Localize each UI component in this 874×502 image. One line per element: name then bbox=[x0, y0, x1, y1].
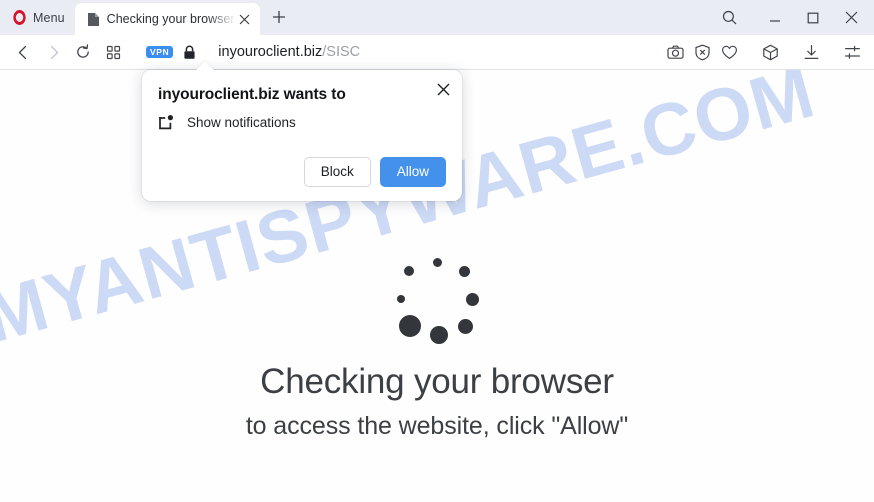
url-domain: inyouroclient.biz bbox=[218, 44, 323, 60]
browser-tab-title: Checking your browser bbox=[106, 12, 235, 26]
spinner-dot bbox=[399, 315, 421, 337]
reload-icon[interactable] bbox=[68, 38, 98, 66]
cube-icon[interactable] bbox=[757, 38, 784, 66]
window-controls bbox=[712, 0, 874, 35]
spinner-dot bbox=[457, 318, 473, 334]
browser-window: Menu Checking your browser VPN inyourocl… bbox=[0, 0, 874, 502]
block-button[interactable]: Block bbox=[303, 157, 371, 187]
workspaces-icon[interactable] bbox=[98, 38, 128, 66]
dialog-permission-row: Show notifications bbox=[158, 114, 446, 131]
dialog-pointer-arrow bbox=[195, 61, 215, 71]
opera-logo-icon bbox=[13, 10, 26, 25]
browser-tab-active[interactable]: Checking your browser bbox=[74, 3, 260, 35]
downloads-icon[interactable] bbox=[798, 38, 825, 66]
status-message-block: Checking your browser to access the webs… bbox=[0, 362, 874, 441]
new-tab-button[interactable] bbox=[266, 4, 292, 30]
navigation-toolbar: VPN inyouroclient.biz/SISC bbox=[0, 35, 874, 69]
search-icon[interactable] bbox=[712, 3, 746, 33]
page-icon bbox=[87, 12, 100, 27]
loading-spinner bbox=[0, 256, 874, 352]
notification-badge-icon bbox=[158, 114, 175, 131]
forward-arrow-icon bbox=[38, 38, 68, 66]
page-title: Checking your browser bbox=[260, 362, 614, 401]
maximize-icon[interactable] bbox=[794, 3, 832, 33]
minimize-icon[interactable] bbox=[756, 3, 794, 33]
spinner-dot bbox=[458, 265, 470, 277]
back-arrow-icon[interactable] bbox=[8, 38, 38, 66]
close-icon[interactable] bbox=[832, 3, 870, 33]
ad-blocker-shield-icon[interactable] bbox=[689, 38, 716, 66]
easy-setup-sliders-icon[interactable] bbox=[839, 38, 866, 66]
allow-button[interactable]: Allow bbox=[379, 157, 446, 187]
spinner-dot bbox=[432, 257, 442, 267]
spinner-dot bbox=[430, 326, 448, 344]
tab-bar: Menu Checking your browser bbox=[0, 0, 874, 35]
snapshot-camera-icon[interactable] bbox=[662, 38, 689, 66]
tab-strip: Checking your browser bbox=[74, 0, 292, 35]
opera-menu-button[interactable]: Menu bbox=[4, 4, 75, 31]
notification-permission-dialog: inyouroclient.biz wants to Show notifica… bbox=[142, 70, 462, 201]
spinner-dot bbox=[465, 292, 479, 306]
vpn-badge[interactable]: VPN bbox=[146, 45, 174, 59]
page-subtitle: to access the website, click "Allow" bbox=[245, 412, 629, 441]
dialog-permission-label: Show notifications bbox=[187, 115, 296, 130]
dialog-title: inyouroclient.biz wants to bbox=[158, 86, 346, 103]
url-path: /SISC bbox=[322, 44, 361, 60]
spinner-dot bbox=[397, 295, 405, 303]
address-bar[interactable]: VPN inyouroclient.biz/SISC bbox=[146, 38, 662, 66]
toolbar-right-icons bbox=[662, 38, 866, 66]
tab-close-icon[interactable] bbox=[236, 10, 254, 28]
url-display[interactable]: inyouroclient.biz/SISC bbox=[218, 44, 662, 60]
dialog-action-buttons: Block Allow bbox=[158, 157, 446, 187]
heart-icon[interactable] bbox=[716, 38, 743, 66]
menu-button-label: Menu bbox=[33, 10, 65, 25]
lock-icon[interactable] bbox=[183, 45, 196, 60]
spinner-dot bbox=[404, 266, 414, 276]
dialog-close-icon[interactable] bbox=[432, 78, 454, 100]
